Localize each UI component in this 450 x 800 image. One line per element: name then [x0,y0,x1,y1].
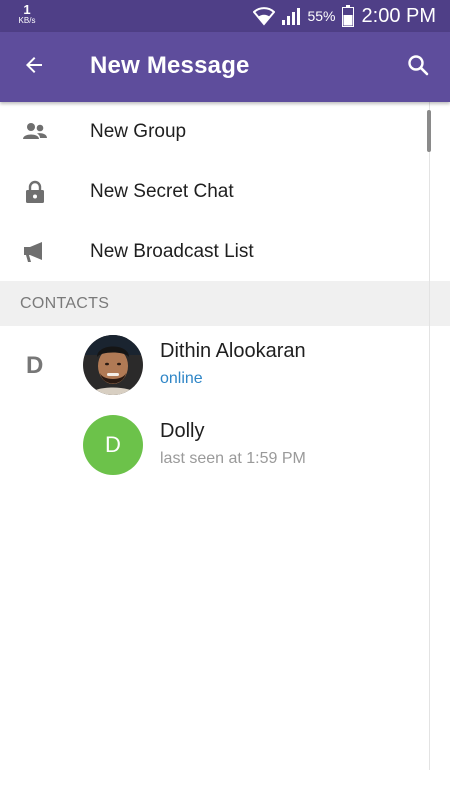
clock: 2:00 PM [361,4,436,27]
wifi-icon [253,6,276,26]
signal-icon [281,6,301,26]
status-icons: 55% 2:00 PM [253,0,436,32]
menu-item-label: New Broadcast List [90,241,254,262]
contact-status: online [160,370,203,387]
back-button[interactable] [18,51,50,83]
scrollbar-track[interactable] [429,102,430,770]
arrow-back-icon [22,53,46,82]
contacts-section-header: CONTACTS [0,281,450,326]
app-bar: New Message [0,32,450,102]
search-icon [406,53,430,82]
section-header-label: CONTACTS [20,295,110,312]
contact-name: Dolly [160,420,205,442]
menu-item-new-broadcast-list[interactable]: New Broadcast List [0,222,450,282]
page-title: New Message [90,52,250,79]
new-message-menu: New Group New Secret Chat New Broadcast … [0,102,450,282]
menu-item-new-secret-chat[interactable]: New Secret Chat [0,162,450,222]
network-speed-unit: KB/s [18,16,36,25]
avatar [83,335,143,395]
alphabet-index-letter: D [26,352,44,379]
scrollbar-thumb[interactable] [427,110,431,152]
contact-name: Dithin Alookaran [160,340,306,362]
menu-item-label: New Group [90,121,187,142]
contacts-list: D Dithin Alookaran online D Dolly last s… [0,326,450,486]
network-speed: 1 KB/s [14,3,40,25]
status-bar: 1 KB/s 55% 2:00 PM [0,0,450,32]
menu-item-new-group[interactable]: New Group [0,102,450,162]
contact-row-dithin-alookaran[interactable]: D Dithin Alookaran online [0,326,450,406]
avatar-initial: D [105,432,121,457]
lock-icon [22,180,48,204]
network-speed-value: 1 [23,2,31,17]
search-button[interactable] [402,51,434,83]
menu-item-label: New Secret Chat [90,181,234,202]
avatar: D [83,415,143,475]
contact-status: last seen at 1:59 PM [160,450,306,467]
group-icon [22,120,48,144]
megaphone-icon [22,240,48,264]
battery-icon [341,5,354,27]
contact-row-dolly[interactable]: D Dolly last seen at 1:59 PM [0,406,450,486]
battery-percent: 55% [307,8,336,24]
